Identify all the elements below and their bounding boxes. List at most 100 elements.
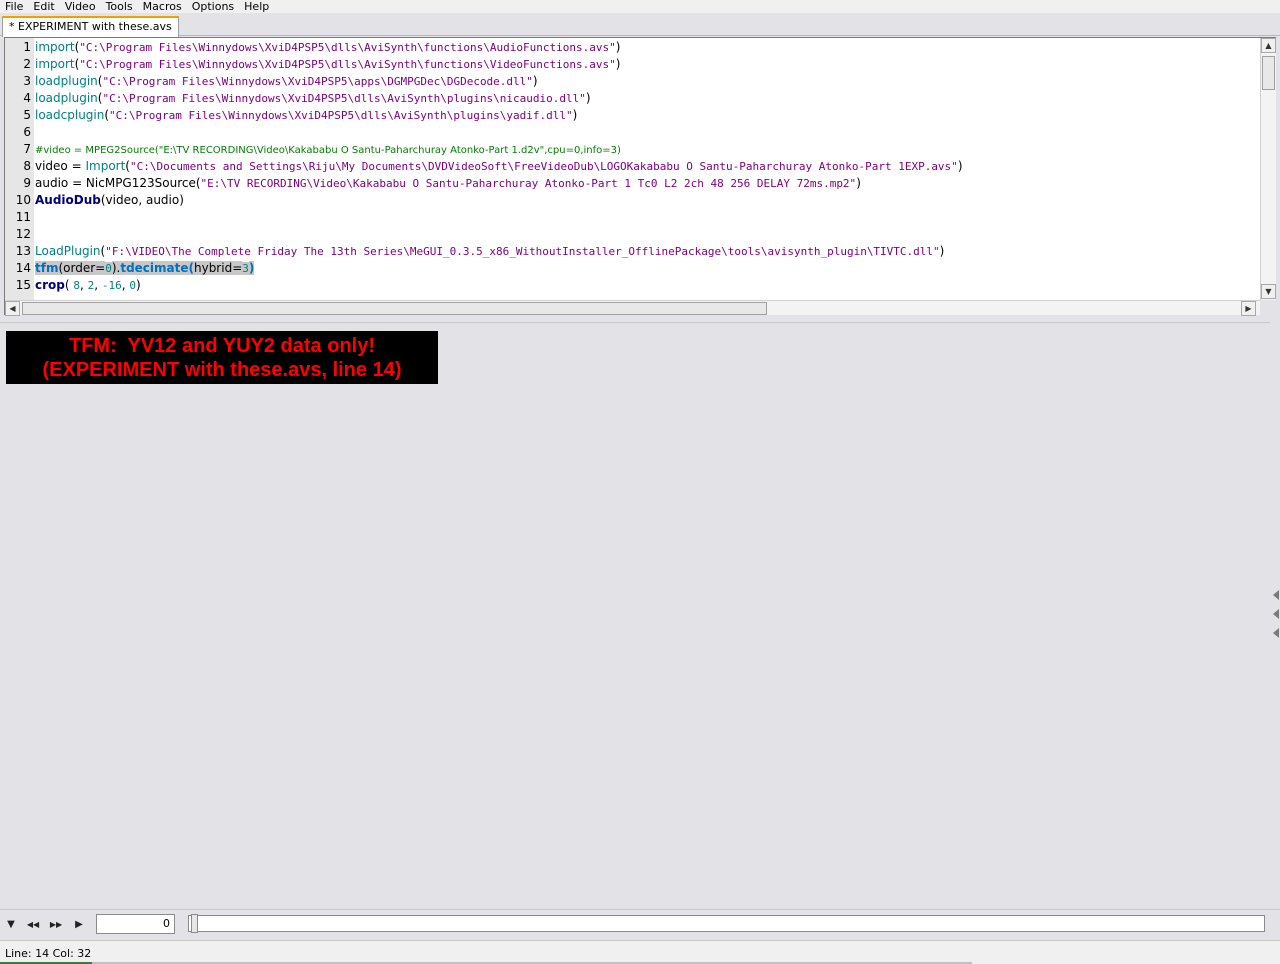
code-text: loadcplugin("C:\Program Files\Winnydows\…: [35, 107, 577, 124]
code-token: "C:\Program Files\Winnydows\XviD4PSP5\ap…: [102, 75, 533, 88]
code-text: audio = NicMPG123Source("E:\TV RECORDING…: [35, 175, 861, 192]
code-area[interactable]: 1 import("C:\Program Files\Winnydows\XviD…: [5, 38, 1260, 300]
vertical-scroll-thumb[interactable]: [1262, 56, 1275, 90]
next-frame-button[interactable]: ▶▶: [48, 917, 64, 931]
skip-back-icon: ◀◀: [26, 919, 40, 929]
code-token: ): [532, 74, 538, 88]
video-navigation-bar: ▼ ◀◀ ▶▶ ▶ 0: [0, 909, 1280, 939]
code-token: crop: [35, 278, 65, 292]
code-line[interactable]: 12: [5, 226, 1260, 243]
code-line[interactable]: 4 loadplugin("C:\Program Files\Winnydows\…: [5, 90, 1260, 107]
code-token: video =: [35, 159, 86, 173]
code-token: (order=: [58, 261, 106, 275]
line-number: 6: [23, 125, 31, 139]
line-number: 2: [23, 57, 31, 71]
code-line[interactable]: 9 audio = NicMPG123Source("E:\TV RECORDIN…: [5, 175, 1260, 192]
code-token: "F:\VIDEO\The Complete Friday The 13th S…: [105, 245, 940, 258]
menu-tools[interactable]: Tools: [101, 0, 138, 13]
play-menu-button[interactable]: ▼: [3, 917, 19, 931]
code-text: #video = MPEG2Source("E:\TV RECORDING\Vi…: [35, 141, 621, 159]
code-token: (video, audio): [100, 193, 184, 207]
code-line[interactable]: 1 import("C:\Program Files\Winnydows\XviD…: [5, 39, 1260, 56]
scroll-up-button[interactable]: ▲: [1261, 38, 1276, 53]
code-token: ): [585, 91, 591, 105]
code-token: ): [856, 176, 861, 190]
code-token: LoadPlugin: [35, 244, 101, 258]
collapse-arrow-icon[interactable]: [1273, 590, 1279, 600]
horizontal-scrollbar[interactable]: ◀ ▶: [5, 300, 1260, 316]
scroll-right-button[interactable]: ▶: [1241, 301, 1256, 316]
code-token: hybrid=: [193, 261, 243, 275]
play-icon: ▶: [75, 918, 83, 930]
scroll-left-button[interactable]: ◀: [5, 301, 20, 316]
frame-number-input[interactable]: 0: [96, 914, 175, 934]
code-token: #video = MPEG2Source("E:\TV RECORDING\Vi…: [35, 145, 621, 156]
code-token: ): [572, 108, 578, 122]
side-panel-toggle[interactable]: [1271, 590, 1280, 640]
seek-slider-thumb[interactable]: [191, 914, 198, 933]
code-token: "C:\Program Files\Winnydows\XviD4PSP5\dl…: [109, 109, 573, 122]
menu-file[interactable]: File: [0, 0, 28, 13]
menu-options[interactable]: Options: [187, 0, 239, 13]
code-token: 8: [73, 279, 80, 292]
code-token: tfm: [35, 261, 59, 275]
error-message-line1: TFM: YV12 and YUY2 data only!: [69, 334, 375, 357]
error-message-line2: (EXPERIMENT with these.avs, line 14): [42, 358, 402, 381]
scroll-down-button[interactable]: ▼: [1261, 284, 1276, 299]
code-line[interactable]: 15 crop( 8, 2, -16, 0): [5, 277, 1260, 294]
menu-help[interactable]: Help: [239, 0, 274, 13]
cursor-position-status: Line: 14 Col: 32: [5, 947, 92, 960]
code-line[interactable]: 6: [5, 124, 1260, 141]
code-line[interactable]: 14 tfm(order=0).tdecimate(hybrid=3): [5, 260, 1260, 277]
code-token: tdecimate: [120, 261, 189, 275]
code-line[interactable]: 13 LoadPlugin("F:\VIDEO\The Complete Frid…: [5, 243, 1260, 260]
code-token: "C:\Program Files\Winnydows\XviD4PSP5\dl…: [79, 41, 616, 54]
code-text: import("C:\Program Files\Winnydows\XviD4…: [35, 39, 620, 56]
status-bar: Line: 14 Col: 32: [0, 940, 1280, 964]
code-line[interactable]: 7 #video = MPEG2Source("E:\TV RECORDING\V…: [5, 141, 1260, 158]
tab-experiment-avs[interactable]: * EXPERIMENT with these.avs: [2, 16, 179, 37]
code-token: loadplugin: [35, 74, 98, 88]
code-line[interactable]: 10 AudioDub(video, audio): [5, 192, 1260, 209]
horizontal-scroll-thumb[interactable]: [22, 302, 767, 315]
code-line[interactable]: 2 import("C:\Program Files\Winnydows\XviD…: [5, 56, 1260, 73]
chevron-left-icon: ◀: [9, 304, 16, 313]
menu-video[interactable]: Video: [60, 0, 101, 13]
tab-strip: * EXPERIMENT with these.avs: [0, 13, 1280, 37]
menu-macros[interactable]: Macros: [138, 0, 187, 13]
code-token: AudioDub: [35, 193, 101, 207]
code-token: ,: [94, 278, 102, 292]
code-line[interactable]: 8 video = Import("C:\Documents and Settin…: [5, 158, 1260, 175]
code-line[interactable]: 11: [5, 209, 1260, 226]
line-number: 10: [15, 193, 31, 207]
script-editor[interactable]: 1 import("C:\Program Files\Winnydows\XviD…: [4, 37, 1276, 316]
line-number: 9: [23, 176, 31, 190]
scrollbar-corner: [1260, 300, 1276, 315]
code-line[interactable]: 3 loadplugin("C:\Program Files\Winnydows\…: [5, 73, 1260, 90]
code-token: audio = NicMPG123Source(: [35, 176, 201, 190]
code-text: loadplugin("C:\Program Files\Winnydows\X…: [35, 90, 591, 107]
collapse-arrow-icon[interactable]: [1273, 609, 1279, 619]
line-number: 8: [23, 159, 31, 173]
play-button[interactable]: ▶: [71, 917, 87, 931]
code-token: ): [939, 244, 945, 258]
seek-slider[interactable]: [188, 914, 1265, 933]
line-number: 4: [23, 91, 31, 105]
code-token: 0: [105, 262, 112, 275]
code-token: "C:\Documents and Settings\Riju\My Docum…: [129, 160, 958, 173]
code-token: ,: [80, 278, 88, 292]
collapse-arrow-icon[interactable]: [1273, 628, 1279, 638]
code-token: Import: [85, 159, 126, 173]
menu-edit[interactable]: Edit: [28, 0, 59, 13]
code-token: "E:\TV RECORDING\Video\Kakababu O Santu-…: [200, 177, 857, 190]
triangle-down-icon: ▼: [7, 918, 15, 930]
code-token: loadplugin: [35, 91, 98, 105]
code-token: import: [35, 40, 75, 54]
code-token: ): [248, 261, 255, 275]
code-text: import("C:\Program Files\Winnydows\XviD4…: [35, 56, 620, 73]
chevron-down-icon: ▼: [1265, 287, 1272, 296]
prev-frame-button[interactable]: ◀◀: [25, 917, 41, 931]
code-line[interactable]: 5 loadcplugin("C:\Program Files\Winnydows…: [5, 107, 1260, 124]
vertical-scrollbar[interactable]: ▲ ▼: [1260, 38, 1276, 300]
code-text: AudioDub(video, audio): [35, 192, 184, 209]
